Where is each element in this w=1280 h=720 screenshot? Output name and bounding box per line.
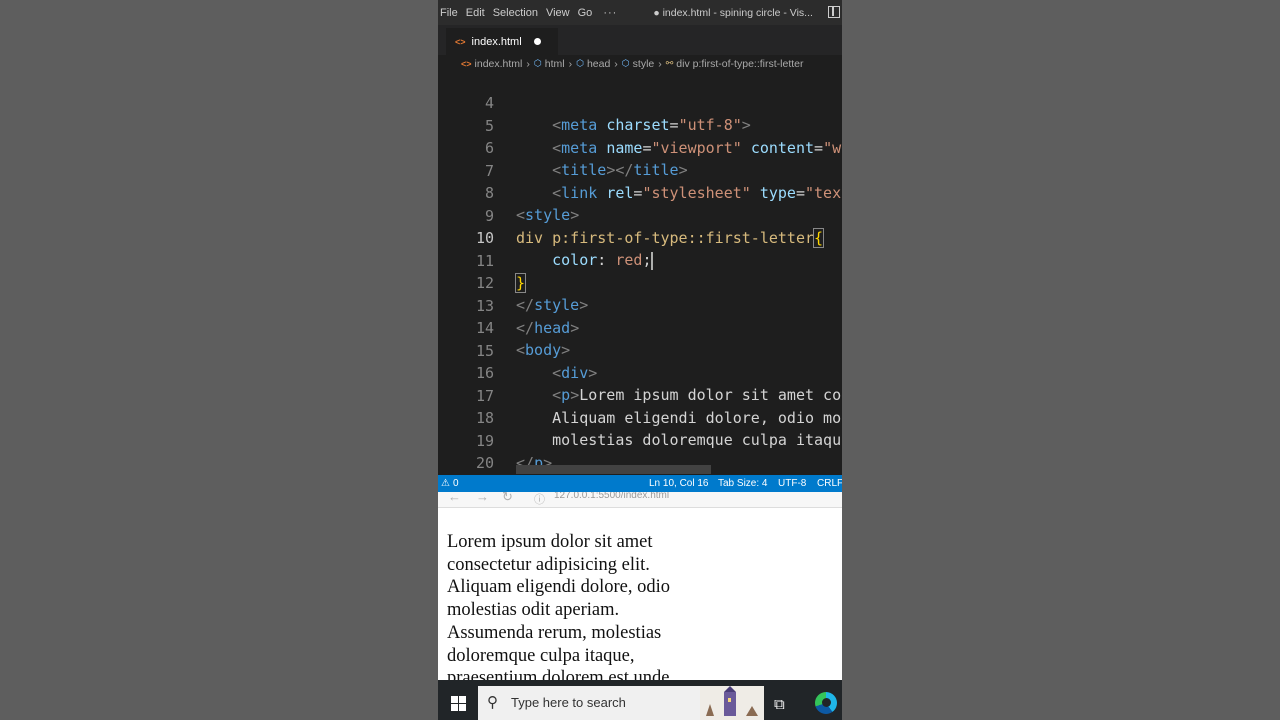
breadcrumb-label: div p:first-of-type::first-letter: [676, 57, 804, 70]
forward-icon[interactable]: →: [476, 492, 489, 504]
menu-file[interactable]: File: [438, 7, 463, 19]
toggle-layout-icon[interactable]: [828, 6, 840, 18]
encoding[interactable]: UTF-8: [778, 478, 806, 489]
html-file-icon: <>: [455, 36, 466, 47]
code-line: 11 }: [438, 228, 842, 293]
url-field[interactable]: 127.0.0.1:5500/index.html: [554, 492, 669, 501]
search-placeholder: Type here to search: [511, 695, 626, 710]
refresh-icon[interactable]: ↻: [502, 492, 513, 505]
page-content: Lorem ipsum dolor sit amet consectetur a…: [447, 531, 707, 680]
paragraph-line: molestias odit aperiam.: [447, 600, 620, 621]
code-line-active: 10 color: red;: [438, 205, 842, 270]
window-title: ● index.html - spining circle - Vis...: [653, 6, 813, 19]
code-line: 9 div p:first-of-type::first-letter{: [438, 183, 842, 248]
breadcrumb-selector[interactable]: ⚯ div p:first-of-type::first-letter: [666, 58, 804, 70]
code-line: 4 <meta charset="utf-8">: [438, 72, 842, 134]
cursor-position[interactable]: Ln 10, Col 16: [649, 478, 709, 489]
code-line: 17 Aliquam eligendi dolore, odio mo: [438, 363, 842, 427]
paragraph-line: praesentium dolorem est unde.: [447, 668, 675, 680]
menu-go[interactable]: Go: [575, 7, 598, 19]
horizontal-scrollbar[interactable]: [516, 465, 711, 474]
code-line: 16 <p>Lorem ipsum dolor sit amet co: [438, 340, 842, 404]
tab-size[interactable]: Tab Size: 4: [718, 478, 767, 489]
status-bar: ⚠ 0 Ln 10, Col 16 Tab Size: 4 UTF-8 CRLF: [438, 475, 842, 492]
html-file-icon: <>: [461, 58, 472, 69]
problems-indicator[interactable]: ⚠ 0: [441, 478, 459, 489]
menu-view[interactable]: View: [543, 7, 575, 19]
editor-tab-bar: <> index.html: [438, 25, 842, 55]
browser-preview: ← → ↻ ⓘ 127.0.0.1:5500/index.html Lorem …: [438, 492, 842, 680]
warning-count: 0: [452, 478, 459, 489]
tab-index-html[interactable]: <> index.html: [446, 28, 558, 55]
tab-label: index.html: [471, 35, 522, 48]
code-line: 18 molestias doloremque culpa itaqu: [438, 385, 842, 449]
search-icon: ⚲: [487, 694, 498, 711]
code-line: 15 <div>: [438, 318, 842, 382]
paragraph-line: Lorem ipsum dolor sit amet: [447, 532, 653, 552]
code-line: 8 <style>: [438, 160, 842, 224]
code-line: 12 </style>: [438, 250, 842, 314]
task-view-icon[interactable]: ⧉: [774, 695, 785, 713]
background-left: [0, 0, 438, 720]
element-icon: ⬡: [621, 58, 630, 68]
warning-icon: ⚠: [441, 478, 450, 489]
taskbar-search-box[interactable]: ⚲ Type here to search: [478, 686, 764, 720]
breadcrumb-label: head: [586, 57, 611, 70]
paragraph-line: consectetur adipisicing elit.: [447, 554, 650, 575]
selector-icon: ⚯: [665, 58, 674, 68]
code-line: 6 <title></title>: [438, 115, 842, 179]
menu-bar: File Edit Selection View Go ··· ● index.…: [438, 0, 842, 25]
code-line: 7 <link rel="stylesheet" type="tex: [438, 138, 842, 202]
windows-start-icon[interactable]: [451, 696, 466, 711]
code-line: 14 <body>: [438, 295, 842, 359]
menu-edit[interactable]: Edit: [463, 7, 490, 19]
breadcrumb-label: html: [544, 57, 565, 70]
paragraph-line: doloremque culpa itaque,: [447, 645, 635, 666]
edge-browser-icon[interactable]: [815, 692, 837, 714]
breadcrumb-label: index.html: [474, 57, 523, 70]
back-icon[interactable]: ←: [448, 492, 461, 504]
code-line: 20 </div>: [438, 430, 842, 472]
code-line: 19 </p>: [438, 408, 842, 472]
line-ending[interactable]: CRLF: [817, 478, 842, 489]
code-line: 13 </head>: [438, 273, 842, 337]
vertical-video-frame: File Edit Selection View Go ··· ● index.…: [438, 0, 842, 720]
info-icon: ⓘ: [534, 494, 545, 506]
breadcrumb-style[interactable]: ⬡ style: [622, 58, 654, 70]
background-right: [842, 0, 1280, 720]
element-icon: ⬡: [576, 58, 584, 68]
unsaved-dot-icon[interactable]: [533, 38, 541, 45]
breadcrumb: <> index.html › ⬡ html › ⬡ head › ⬡ styl…: [438, 55, 842, 72]
search-highlight-art-icon: [700, 686, 764, 720]
breadcrumb-file[interactable]: <> index.html: [461, 58, 522, 70]
chevron-right-icon: ›: [658, 57, 662, 70]
menu-selection[interactable]: Selection: [490, 7, 543, 19]
element-icon: ⬡: [533, 58, 542, 68]
code-editor[interactable]: 4 <meta charset="utf-8"> 5 <meta name="v…: [438, 72, 842, 475]
chevron-right-icon: ›: [526, 57, 530, 70]
browser-address-bar: ← → ↻ ⓘ 127.0.0.1:5500/index.html: [438, 492, 842, 508]
breadcrumb-html[interactable]: ⬡ html: [534, 58, 565, 70]
breadcrumb-label: style: [632, 57, 655, 70]
menu-more[interactable]: ···: [597, 7, 623, 19]
breadcrumb-head[interactable]: ⬡ head: [576, 58, 610, 70]
chevron-right-icon: ›: [614, 57, 618, 70]
code-line: 5 <meta name="viewport" content="w: [438, 93, 842, 157]
windows-taskbar: ⚲ Type here to search ⧉: [438, 680, 842, 720]
paragraph-line: Assumenda rerum, molestias: [447, 622, 662, 643]
chevron-right-icon: ›: [568, 57, 573, 70]
paragraph-line: Aliquam eligendi dolore, odio: [447, 577, 670, 598]
